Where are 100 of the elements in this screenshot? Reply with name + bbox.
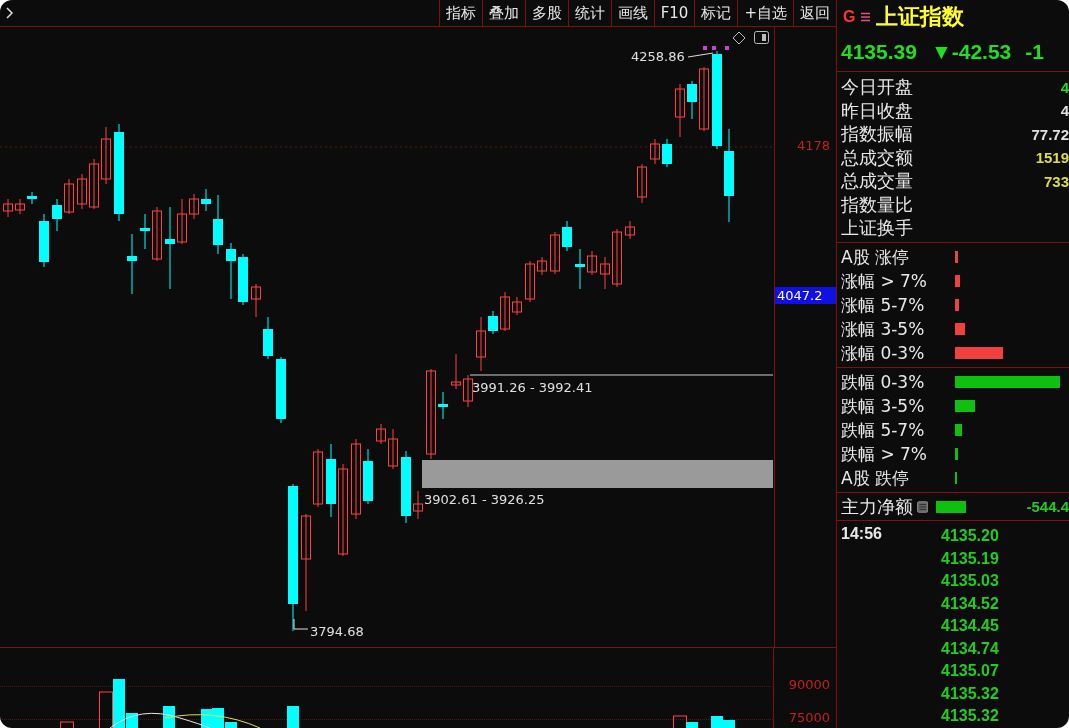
list-icon[interactable] <box>917 499 929 514</box>
candlestick <box>152 206 162 262</box>
candlestick <box>15 198 25 215</box>
candlestick <box>77 173 87 210</box>
market-label: G <box>843 7 856 26</box>
candlestick <box>587 250 597 276</box>
stat-value: 4 <box>1060 78 1069 96</box>
distribution-label: A股 涨停 <box>841 245 911 269</box>
candlestick <box>451 353 461 390</box>
candlestick <box>276 356 286 424</box>
tick-price: 4135.32 <box>941 706 999 727</box>
candlestick <box>3 198 13 218</box>
index-name: 上证指数 <box>876 2 965 31</box>
stat-label: 昨日收盘 <box>841 98 913 123</box>
toolbar-button[interactable]: 画线 <box>610 0 654 26</box>
candlestick <box>27 191 37 205</box>
candlestick <box>699 66 709 132</box>
stat-label: 总成交量 <box>841 169 913 194</box>
volume-bar <box>163 706 175 728</box>
stat-label: 指数振幅 <box>841 122 913 147</box>
volume-bar <box>287 706 299 728</box>
price-annotation: 4258.86 <box>631 49 685 64</box>
candlestick <box>463 374 473 408</box>
tick-price: 4134.52 <box>941 594 999 614</box>
main-net-label: 主力净额 <box>841 494 913 519</box>
candlestick <box>562 220 572 252</box>
candlestick <box>662 138 672 168</box>
price-annotation: 3991.26 - 3992.41 <box>472 380 593 395</box>
toolbar-button[interactable]: 标记 <box>694 0 738 26</box>
candlestick <box>476 316 486 372</box>
leader-line <box>293 618 309 630</box>
stat-value: 733 <box>1043 172 1069 190</box>
tick-price: 4134.74 <box>941 639 999 659</box>
candlestick <box>101 126 111 185</box>
toolbar-button[interactable]: 多股 <box>524 0 568 26</box>
price-annotation: 3794.68 <box>310 624 364 639</box>
distribution-label: 跌幅 5-7% <box>841 418 926 442</box>
candlestick <box>637 163 647 204</box>
distribution-bar <box>955 275 961 288</box>
tick-price: 4135.19 <box>941 549 999 569</box>
distribution-label: 涨幅 5-7% <box>841 293 926 317</box>
chevron-icon[interactable] <box>6 7 14 19</box>
current-price: 4135.39 <box>841 39 917 64</box>
candlestick <box>625 220 635 240</box>
toolbar-button[interactable]: F10 <box>653 0 695 26</box>
tick-price: 4135.20 <box>941 526 999 547</box>
price-annotation: 3902.61 - 3926.25 <box>424 492 545 507</box>
distribution-bar <box>955 299 960 312</box>
menu-icon[interactable] <box>861 11 871 22</box>
price-change: ▼-42.53 <box>930 39 1012 64</box>
candlestick <box>89 158 99 210</box>
candlestick <box>251 283 261 318</box>
distribution-bar <box>955 347 1003 360</box>
candlestick <box>313 448 323 508</box>
price-axis-label: 4178 <box>796 138 830 153</box>
tick-price: 4135.07 <box>941 661 999 682</box>
candlestick <box>612 228 622 288</box>
volume-axis-label: 90000 <box>788 677 830 692</box>
candlestick <box>413 490 423 520</box>
distribution-label: 涨幅 0-3% <box>841 341 926 365</box>
toolbar-button[interactable]: 返回 <box>793 0 836 26</box>
stat-label: 总成交额 <box>841 145 913 170</box>
toolbar-button[interactable]: 统计 <box>567 0 611 26</box>
toolbar-button[interactable]: +自选 <box>737 0 793 26</box>
candlestick <box>238 253 248 306</box>
distribution-bar <box>955 323 965 336</box>
distribution-bar <box>955 400 976 413</box>
toolbar-button[interactable]: 叠加 <box>481 0 525 26</box>
tick-price: 4134.45 <box>941 616 999 637</box>
distribution-label: 跌幅 0-3% <box>841 370 926 394</box>
toolbar-button[interactable]: 指标 <box>438 0 482 26</box>
candlestick <box>438 391 448 420</box>
volume-bar <box>99 691 113 728</box>
candlestick <box>263 316 273 360</box>
panel-toggle-icon[interactable] <box>754 31 769 44</box>
distribution-label: 涨幅 3-5% <box>841 317 926 341</box>
distribution-bar <box>955 424 963 437</box>
diamond-icon[interactable] <box>732 31 746 45</box>
distribution-bar <box>955 448 959 461</box>
candlestick <box>64 178 74 215</box>
stat-value: 4 <box>1060 102 1069 120</box>
candlestick <box>575 248 585 290</box>
cursor-price-label: 4047.2 <box>775 287 836 304</box>
stat-label: 指数量比 <box>841 192 913 217</box>
volume-axis-label: 75000 <box>788 710 830 725</box>
net-value: -544.4 <box>1026 498 1069 516</box>
candlestick <box>650 138 660 165</box>
stat-label: 今日开盘 <box>841 75 913 100</box>
distribution-label: 跌幅 > 7% <box>841 442 929 466</box>
change-percent: -1 <box>1025 39 1044 64</box>
tick-time: 14:56 <box>841 525 883 545</box>
candlestick <box>488 310 498 335</box>
leader-line <box>687 52 714 58</box>
net-bar <box>936 500 966 513</box>
candlestick <box>388 428 398 470</box>
distribution-label: A股 跌停 <box>841 466 911 490</box>
marker-dots <box>703 46 729 50</box>
distribution-label: 跌幅 3-5% <box>841 394 926 418</box>
candlestick <box>177 198 187 245</box>
candlestick <box>201 188 211 212</box>
